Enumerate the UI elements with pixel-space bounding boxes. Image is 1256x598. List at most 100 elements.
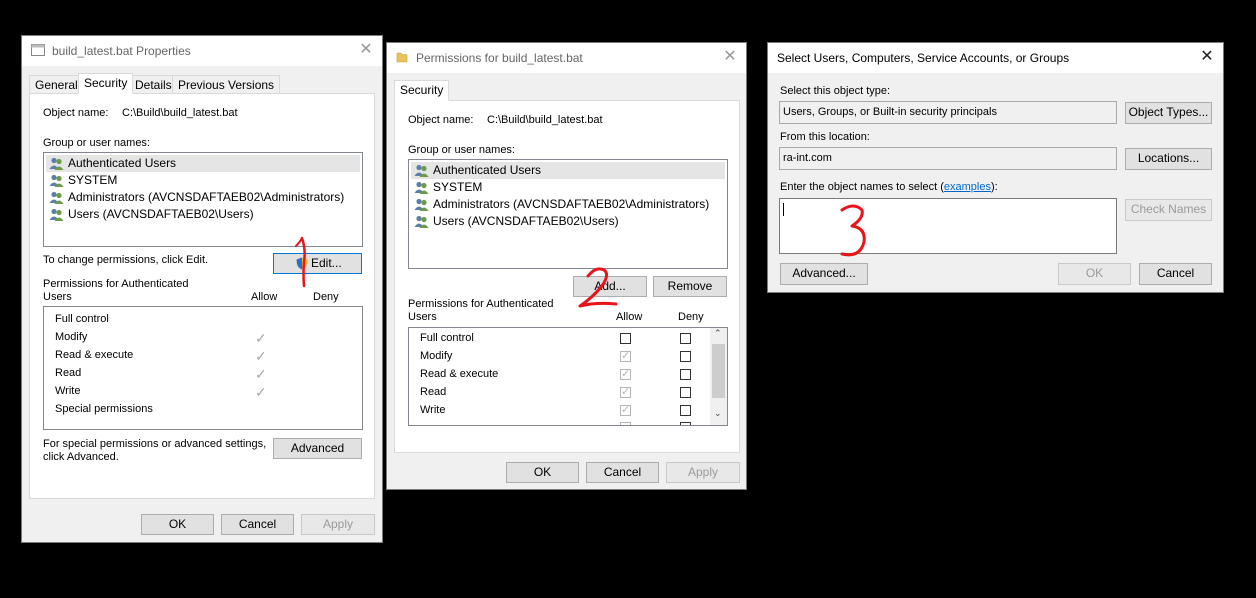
change-permissions-text: To change permissions, click Edit. — [43, 254, 209, 266]
permissions-title: Permissions for build_latest.bat — [416, 51, 583, 65]
object-name-value: C:\Build\build_latest.bat — [122, 107, 238, 119]
allow-checkbox[interactable]: ✓ — [620, 368, 631, 380]
advanced-hint-line1: For special permissions or advanced sett… — [43, 438, 267, 450]
list-item[interactable]: Users (AVCNSDAFTAEB02\Users) — [411, 213, 725, 230]
apply-button[interactable]: Apply — [301, 514, 375, 535]
list-item[interactable]: SYSTEM — [46, 172, 360, 189]
user-name: SYSTEM — [433, 180, 483, 194]
users-group-icon — [414, 215, 429, 228]
remove-button[interactable]: Remove — [653, 276, 727, 297]
apply-button[interactable]: Apply — [666, 462, 740, 483]
cancel-button[interactable]: Cancel — [221, 514, 294, 535]
permission-name: Write — [55, 385, 81, 397]
add-button[interactable]: Add... — [573, 276, 647, 297]
object-type-label: Select this object type: — [780, 85, 891, 97]
permissions-header-line2: Users — [43, 291, 72, 303]
users-group-icon — [49, 157, 64, 170]
scroll-down-icon[interactable]: ⌄ — [714, 408, 722, 419]
select-users-title: Select Users, Computers, Service Account… — [777, 51, 1070, 65]
permissions-header-line2: Users — [408, 311, 437, 323]
ok-button[interactable]: OK — [1058, 263, 1131, 285]
close-icon[interactable]: ✕ — [358, 41, 374, 59]
permissions-dialog: Permissions for build_latest.bat ✕ Secur… — [386, 42, 747, 490]
checkmark-icon: ✓ — [255, 348, 267, 364]
list-item[interactable]: Administrators (AVCNSDAFTAEB02\Administr… — [46, 189, 360, 206]
permissions-list[interactable]: Full control Modify ✓ Read & execute ✓ R… — [408, 327, 728, 426]
close-icon[interactable]: ✕ — [722, 48, 738, 66]
deny-checkbox[interactable] — [680, 333, 691, 344]
users-group-icon — [49, 174, 64, 187]
edit-button[interactable]: Edit... — [273, 253, 362, 274]
list-item[interactable]: SYSTEM — [411, 179, 725, 196]
check-names-button[interactable]: Check Names — [1125, 199, 1212, 221]
deny-checkbox[interactable] — [680, 351, 691, 362]
checkmark-icon: ✓ — [255, 384, 267, 400]
cancel-button[interactable]: Cancel — [1139, 263, 1212, 285]
advanced-hint-line2: click Advanced. — [43, 451, 119, 463]
security-panel: Object name: C:\Build\build_latest.bat G… — [394, 100, 740, 453]
shield-icon — [296, 257, 308, 270]
scroll-thumb[interactable] — [712, 344, 725, 398]
deny-checkbox[interactable] — [680, 422, 691, 425]
allow-checkbox[interactable] — [620, 333, 631, 344]
properties-dialog: build_latest.bat Properties ✕ General Se… — [21, 35, 383, 543]
examples-link[interactable]: examples — [944, 181, 991, 193]
tab-previous-versions[interactable]: Previous Versions — [172, 75, 281, 94]
object-name-value: C:\Build\build_latest.bat — [487, 114, 603, 126]
user-list[interactable]: Authenticated Users SYSTEM Administrator… — [408, 159, 728, 269]
users-group-icon — [49, 208, 64, 221]
allow-checkbox[interactable]: ✓ — [620, 404, 631, 416]
close-icon[interactable]: ✕ — [1199, 48, 1215, 66]
properties-titlebar[interactable]: build_latest.bat Properties ✕ — [22, 36, 382, 66]
list-item[interactable]: Authenticated Users — [46, 155, 360, 172]
allow-checkbox[interactable]: ✓ — [620, 386, 631, 398]
permission-name: Full control — [55, 313, 109, 325]
permission-name: Read & execute — [420, 368, 499, 380]
permission-name: Write — [420, 404, 446, 416]
text-cursor — [783, 203, 784, 216]
ok-button[interactable]: OK — [141, 514, 214, 535]
tab-general[interactable]: General — [29, 75, 84, 94]
list-item[interactable]: Administrators (AVCNSDAFTAEB02\Administr… — [411, 196, 725, 213]
advanced-button[interactable]: Advanced — [273, 438, 362, 459]
ok-button[interactable]: OK — [506, 462, 579, 483]
user-list[interactable]: Authenticated Users SYSTEM Administrator… — [43, 152, 363, 247]
group-label: Group or user names: — [408, 144, 515, 156]
tab-security[interactable]: Security — [78, 73, 134, 94]
list-item[interactable]: Users (AVCNSDAFTAEB02\Users) — [46, 206, 360, 223]
allow-checkbox[interactable]: ✓ — [620, 350, 631, 362]
vertical-scrollbar[interactable]: ⌃ ⌄ — [710, 328, 727, 425]
user-name: Administrators (AVCNSDAFTAEB02\Administr… — [433, 197, 710, 211]
user-name: SYSTEM — [68, 173, 118, 187]
scroll-up-icon[interactable]: ⌃ — [714, 328, 722, 339]
object-types-button[interactable]: Object Types... — [1125, 102, 1212, 124]
user-name: Users (AVCNSDAFTAEB02\Users) — [68, 207, 254, 221]
allow-checkbox[interactable] — [620, 422, 631, 425]
allow-column-header: Allow — [616, 311, 643, 323]
object-names-input[interactable] — [779, 198, 1117, 254]
users-group-icon — [414, 164, 429, 177]
cancel-button[interactable]: Cancel — [586, 462, 659, 483]
security-panel: Object name: C:\Build\build_latest.bat G… — [29, 93, 375, 499]
object-type-field: Users, Groups, or Built-in security prin… — [779, 101, 1117, 124]
tab-details[interactable]: Details — [129, 75, 178, 94]
advanced-button[interactable]: Advanced... — [780, 263, 868, 285]
select-users-titlebar[interactable]: Select Users, Computers, Service Account… — [768, 43, 1223, 73]
tab-security[interactable]: Security — [394, 80, 450, 101]
allow-column-header: Allow — [251, 291, 278, 303]
deny-checkbox[interactable] — [680, 387, 691, 398]
checkmark-icon: ✓ — [255, 366, 267, 382]
permissions-list: Full control Modify ✓ Read & execute ✓ R… — [43, 306, 363, 430]
user-name: Administrators (AVCNSDAFTAEB02\Administr… — [68, 190, 345, 204]
edit-button-label: Edit... — [311, 256, 342, 270]
deny-checkbox[interactable] — [680, 369, 691, 380]
list-item[interactable]: Authenticated Users — [411, 162, 725, 179]
enter-names-label: Enter the object names to select (exampl… — [780, 181, 998, 193]
permission-name: Read — [420, 386, 447, 398]
locations-button[interactable]: Locations... — [1125, 148, 1212, 170]
location-field: ra-int.com — [779, 147, 1117, 170]
object-name-label: Object name: — [408, 114, 474, 126]
deny-checkbox[interactable] — [680, 405, 691, 416]
permissions-titlebar[interactable]: Permissions for build_latest.bat ✕ — [387, 43, 746, 73]
permission-name: Read — [55, 367, 82, 379]
